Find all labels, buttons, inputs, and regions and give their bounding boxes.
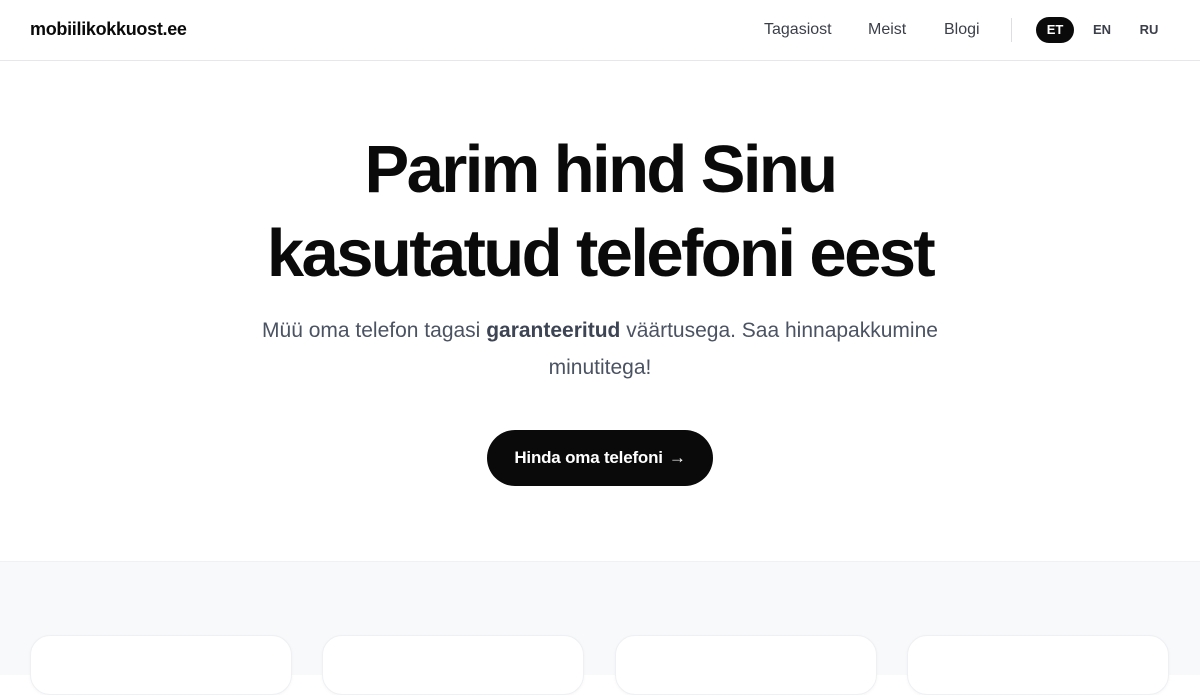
site-header: mobiilikokkuost.ee Tagasiost Meist Blogi…: [0, 0, 1200, 61]
site-logo[interactable]: mobiilikokkuost.ee: [30, 19, 187, 40]
nav-divider: [1011, 18, 1012, 42]
nav-link-meist[interactable]: Meist: [868, 21, 906, 39]
hero-title-line-1: Parim hind Sinu: [364, 132, 839, 207]
language-en-button[interactable]: EN: [1084, 17, 1120, 43]
hero-title: Parim hind Sinu kasutatud telefoni eest: [150, 128, 1050, 296]
hero-subtitle: Müü oma telefon tagasi garanteeritud vää…: [230, 312, 970, 386]
feature-card: [322, 635, 584, 695]
nav-link-tagasiost[interactable]: Tagasiost: [764, 21, 832, 39]
hero-title-line-2: kasutatud telefoni eest: [266, 216, 936, 291]
evaluate-phone-button-label: Hinda oma telefoni: [514, 448, 663, 467]
hero-subtitle-text-start: Müü oma telefon tagasi: [262, 319, 487, 342]
arrow-right-icon: →: [668, 448, 686, 467]
feature-card: [615, 635, 877, 695]
hero-subtitle-emphasis: garanteeritud: [486, 319, 621, 342]
language-et-button[interactable]: ET: [1036, 17, 1074, 43]
evaluate-phone-button[interactable]: Hinda oma telefoni →: [487, 430, 713, 486]
nav-link-blogi[interactable]: Blogi: [944, 21, 980, 39]
feature-card: [907, 635, 1169, 695]
language-ru-button[interactable]: RU: [1131, 17, 1167, 43]
feature-card: [30, 635, 292, 695]
